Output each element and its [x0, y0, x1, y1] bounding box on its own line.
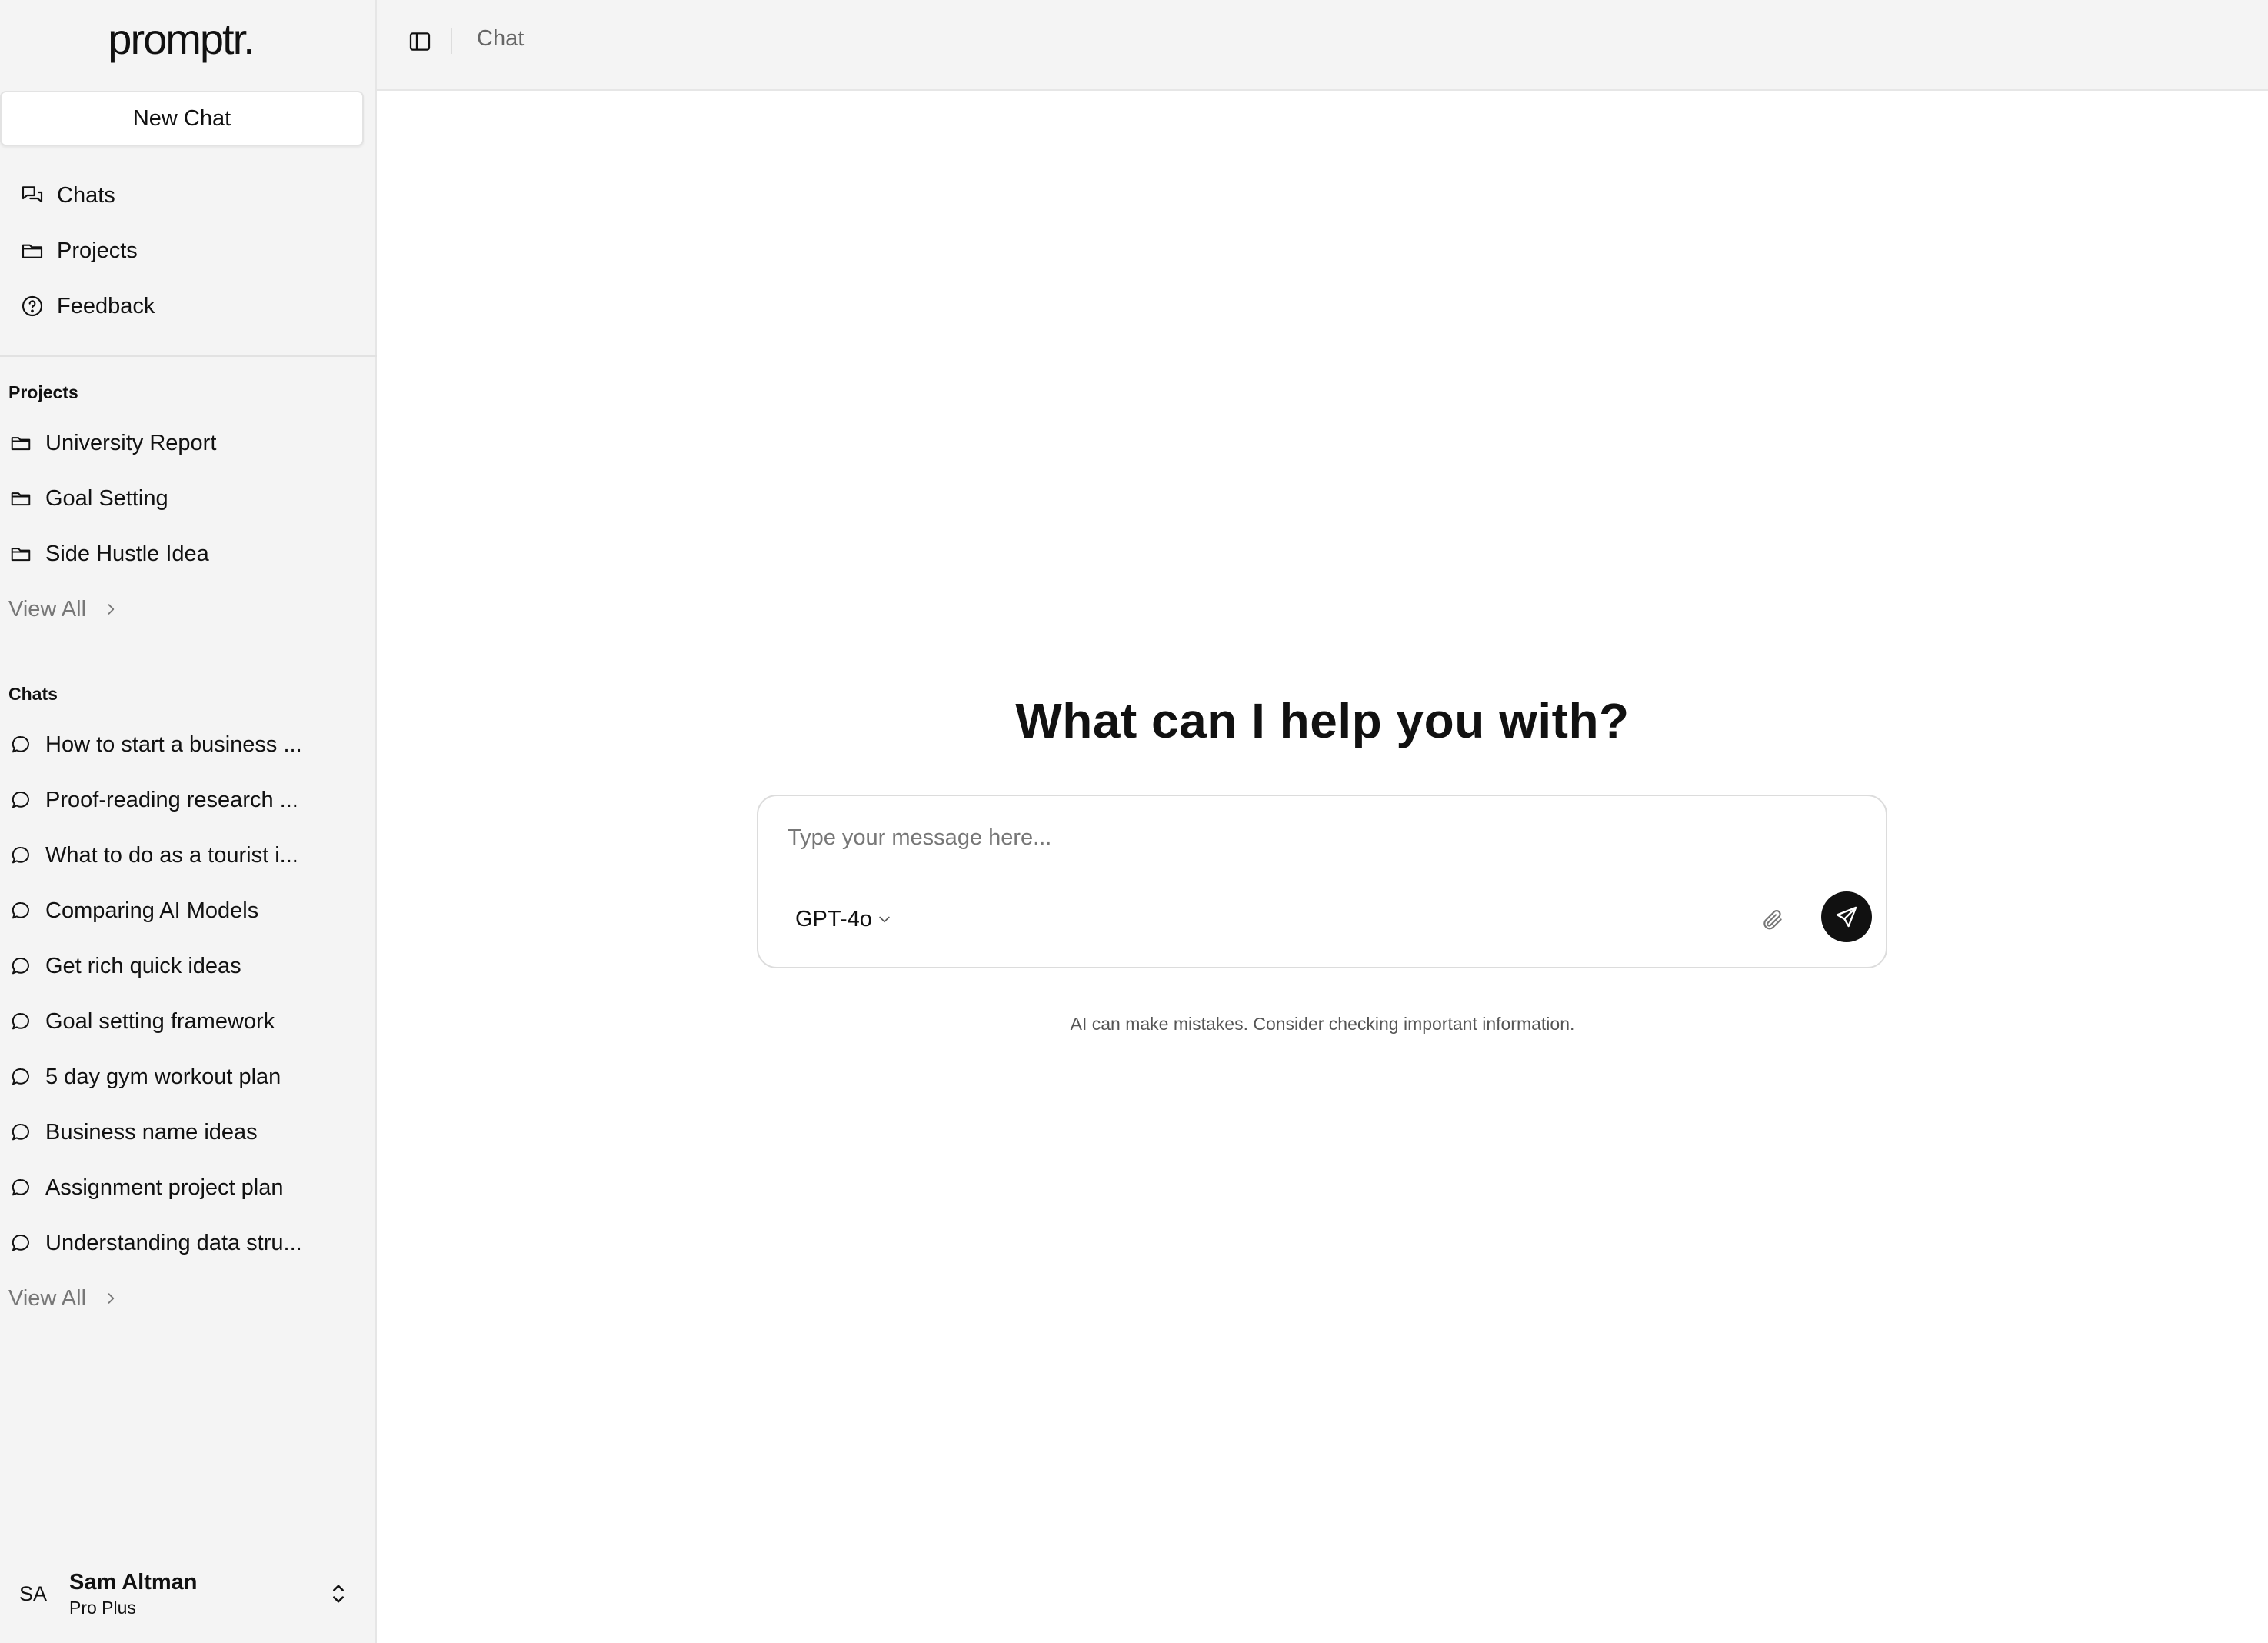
- user-plan: Pro Plus: [69, 1598, 136, 1618]
- view-all-label: View All: [8, 1285, 87, 1311]
- project-item[interactable]: Side Hustle Idea: [8, 535, 369, 573]
- message-icon: [8, 1175, 34, 1201]
- project-label: University Report: [45, 430, 217, 455]
- sidebar-toggle-icon[interactable]: [405, 26, 435, 57]
- message-icon: [8, 898, 34, 924]
- folder-icon: [18, 237, 46, 265]
- chat-label: Understanding data stru...: [45, 1230, 302, 1255]
- chat-label: How to start a business ...: [45, 732, 302, 757]
- chat-label: Proof-reading research ...: [45, 787, 298, 812]
- sidebar-nav-label: Feedback: [57, 293, 155, 318]
- chat-label: Comparing AI Models: [45, 898, 259, 923]
- chat-item[interactable]: Goal setting framework: [8, 1002, 369, 1041]
- chat-item[interactable]: Proof-reading research ...: [8, 781, 369, 819]
- avatar: SA: [18, 1581, 48, 1605]
- user-menu[interactable]: SA Sam Altman Pro Plus: [0, 1557, 377, 1631]
- message-icon: [8, 1119, 34, 1145]
- app-logo: promptr.: [108, 15, 255, 63]
- chat-label: Business name ideas: [45, 1119, 258, 1145]
- projects-section-title: Projects: [8, 382, 78, 402]
- chat-item[interactable]: Assignment project plan: [8, 1168, 369, 1207]
- message-icon: [8, 787, 34, 813]
- model-label: GPT-4o: [795, 906, 872, 931]
- send-button[interactable]: [1821, 891, 1872, 942]
- chats-view-all-link[interactable]: View All: [8, 1279, 118, 1318]
- breadcrumb: Chat: [477, 26, 525, 51]
- chat-item[interactable]: What to do as a tourist i...: [8, 836, 369, 875]
- sidebar-nav-projects[interactable]: Projects: [18, 232, 357, 270]
- chat-label: What to do as a tourist i...: [45, 842, 298, 868]
- message-icon: [8, 842, 34, 868]
- project-label: Side Hustle Idea: [45, 541, 209, 566]
- main-content: What can I help you with? GPT-4o AI can …: [377, 91, 2268, 1643]
- project-label: Goal Setting: [45, 485, 168, 511]
- chat-item[interactable]: Business name ideas: [8, 1113, 369, 1151]
- message-composer: GPT-4o: [757, 795, 1887, 968]
- app-window: promptr. New Chat Chats Projects Feedbac…: [0, 0, 2268, 1643]
- sidebar-nav-label: Projects: [57, 238, 138, 263]
- message-icon: [8, 732, 34, 758]
- message-icon: [8, 1008, 34, 1035]
- help-circle-icon: [18, 292, 46, 320]
- folder-icon: [8, 541, 34, 567]
- chat-label: Goal setting framework: [45, 1008, 275, 1034]
- model-selector[interactable]: GPT-4o: [795, 902, 892, 936]
- message-icon: [8, 953, 34, 979]
- chats-icon: [18, 182, 46, 209]
- chevron-down-icon: [877, 911, 892, 927]
- chat-label: Get rich quick ideas: [45, 953, 241, 978]
- message-input[interactable]: [788, 819, 1849, 856]
- message-icon: [8, 1230, 34, 1256]
- project-item[interactable]: Goal Setting: [8, 479, 369, 518]
- chats-section-title: Chats: [8, 684, 58, 704]
- disclaimer-text: AI can make mistakes. Consider checking …: [1070, 1014, 1575, 1034]
- sidebar-nav-chats[interactable]: Chats: [18, 176, 357, 215]
- sidebar-divider: [0, 355, 377, 357]
- user-info: Sam Altman Pro Plus: [69, 1568, 198, 1619]
- chevron-right-icon: [103, 602, 118, 617]
- view-all-label: View All: [8, 596, 87, 622]
- chat-item[interactable]: Get rich quick ideas: [8, 947, 369, 985]
- paperclip-icon[interactable]: [1758, 905, 1787, 935]
- chat-label: Assignment project plan: [45, 1175, 284, 1200]
- chat-item[interactable]: 5 day gym workout plan: [8, 1058, 369, 1096]
- projects-view-all-link[interactable]: View All: [8, 590, 118, 628]
- send-icon: [1836, 906, 1857, 928]
- project-item[interactable]: University Report: [8, 424, 369, 462]
- chevrons-up-down-icon[interactable]: [328, 1581, 349, 1606]
- folder-icon: [8, 485, 34, 512]
- user-name: Sam Altman: [69, 1570, 198, 1595]
- chevron-right-icon: [103, 1291, 118, 1306]
- message-icon: [8, 1064, 34, 1090]
- sidebar-nav-label: Chats: [57, 182, 115, 208]
- page-title: What can I help you with?: [1015, 693, 1630, 748]
- sidebar: promptr. New Chat Chats Projects Feedbac…: [0, 0, 377, 1643]
- folder-icon: [8, 430, 34, 456]
- chat-item[interactable]: Comparing AI Models: [8, 891, 369, 930]
- chat-item[interactable]: Understanding data stru...: [8, 1224, 369, 1262]
- chat-item[interactable]: How to start a business ...: [8, 725, 369, 764]
- header-divider: [451, 28, 452, 54]
- sidebar-nav-feedback[interactable]: Feedback: [18, 287, 357, 325]
- chat-label: 5 day gym workout plan: [45, 1064, 281, 1089]
- new-chat-button[interactable]: New Chat: [0, 91, 364, 146]
- top-bar: Chat: [377, 0, 2268, 91]
